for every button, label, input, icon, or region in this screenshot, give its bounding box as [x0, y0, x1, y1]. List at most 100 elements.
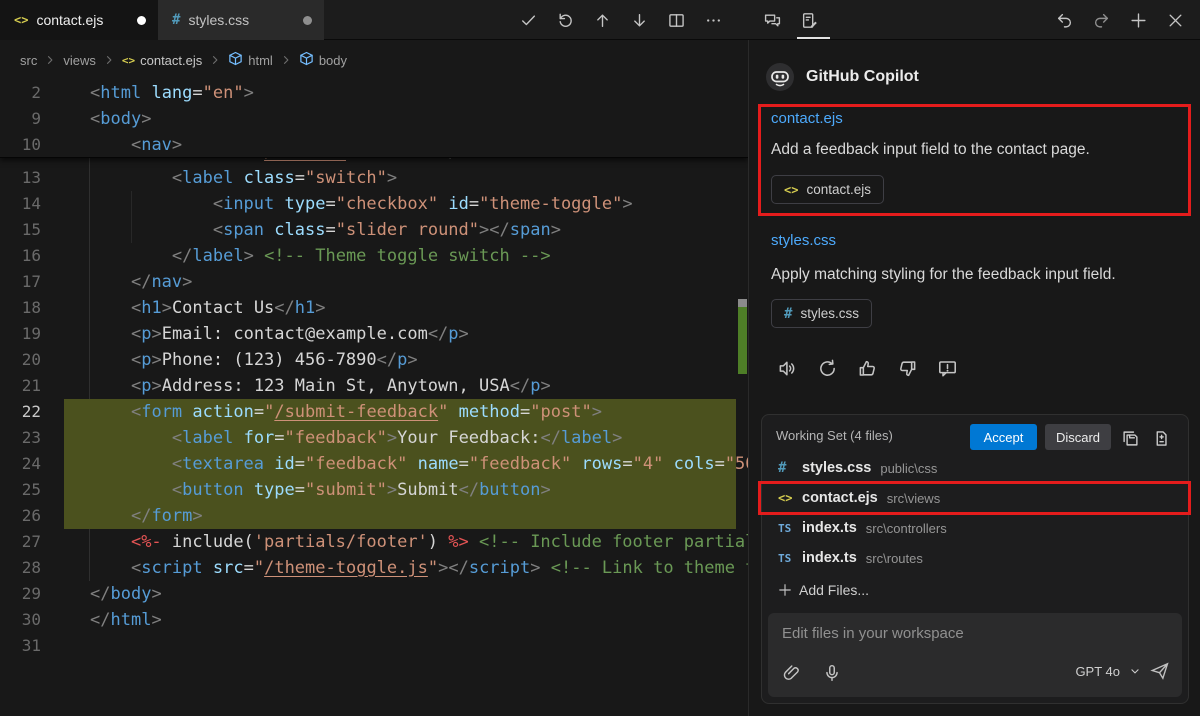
thumbs-down-icon[interactable] [895, 356, 919, 380]
chevron-down-icon[interactable] [1129, 665, 1141, 677]
copilot-edits-view-icon[interactable] [797, 8, 821, 32]
code-line[interactable]: 27 <%- include('partials/footer') %> <!-… [0, 529, 736, 555]
line-number: 29 [0, 581, 41, 607]
view-changes-icon[interactable] [1149, 426, 1173, 450]
microphone-icon[interactable] [820, 661, 844, 685]
code-line[interactable]: 23 <label for="feedback">Your Feedback:<… [0, 425, 736, 451]
breadcrumb-item-html[interactable]: html [228, 51, 273, 69]
attach-icon[interactable] [780, 661, 804, 685]
line-number: 13 [0, 165, 41, 191]
send-icon[interactable] [1150, 661, 1170, 681]
copilot-panel-title: GitHub Copilot [806, 68, 919, 86]
code-text: </body> [90, 581, 162, 607]
symbol-cube-icon [228, 51, 243, 69]
code-line[interactable]: 29 </body> [0, 581, 736, 607]
line-number: 20 [0, 347, 41, 373]
code-line[interactable]: 22 <form action="/submit-feedback" metho… [0, 399, 736, 425]
line-number: 2 [0, 80, 41, 106]
line-number: 30 [0, 607, 41, 633]
code-line[interactable]: 20 <p>Phone: (123) 456-7890</p> [0, 347, 736, 373]
line-number: 16 [0, 243, 41, 269]
add-files-button[interactable]: Add Files... [778, 577, 869, 603]
code-line[interactable]: 17 </nav> [0, 269, 736, 295]
breadcrumb-label: html [248, 53, 273, 68]
redo-icon[interactable] [1089, 8, 1113, 32]
modified-dot[interactable] [137, 16, 146, 25]
code-line[interactable]: 28 <script src="/theme-toggle.js"></scri… [0, 555, 736, 581]
report-issue-icon[interactable] [935, 356, 959, 380]
breadcrumb-item-body[interactable]: body [299, 51, 347, 69]
code-line[interactable]: 25 <button type="submit">Submit</button> [0, 477, 736, 503]
chevron-right-icon [44, 54, 56, 66]
sticky-line[interactable]: 9<body> [0, 106, 736, 132]
new-session-icon[interactable] [1126, 8, 1150, 32]
sticky-line[interactable]: 10 <nav> [0, 132, 736, 158]
split-editor-icon[interactable] [664, 8, 688, 32]
tab-label: styles.css [188, 12, 249, 28]
response-file-link-styles-css[interactable]: styles.css [771, 232, 836, 249]
previous-change-icon[interactable] [590, 8, 614, 32]
code-editor[interactable]: 12 <a href="/contact">Contact</a>13 <lab… [0, 80, 748, 716]
code-line[interactable]: 15 <span class="slider round"></span> [0, 217, 736, 243]
breadcrumb-item-src[interactable]: src [20, 53, 37, 68]
more-actions-icon[interactable] [701, 8, 725, 32]
code-line[interactable]: 14 <input type="checkbox" id="theme-togg… [0, 191, 736, 217]
read-aloud-icon[interactable] [775, 356, 799, 380]
symbol-cube-icon [299, 51, 314, 69]
chat-input-box[interactable]: Edit files in your workspace GPT 4o [768, 613, 1182, 697]
accept-button[interactable]: Accept [970, 424, 1037, 450]
working-set-file-path: src\views [887, 491, 940, 506]
code-text: <span class="slider round"></span> [90, 217, 561, 243]
code-line[interactable]: 16 </label> <!-- Theme toggle switch --> [0, 243, 736, 269]
file-chip-styles-css[interactable]: # styles.css [771, 299, 872, 328]
undo-icon[interactable] [1052, 8, 1076, 32]
code-line[interactable]: 18 <h1>Contact Us</h1> [0, 295, 736, 321]
discard-button[interactable]: Discard [1045, 424, 1111, 450]
line-number: 17 [0, 269, 41, 295]
thumbs-up-icon[interactable] [855, 356, 879, 380]
model-picker[interactable]: GPT 4o [1075, 664, 1120, 679]
code-line[interactable]: 24 <textarea id="feedback" name="feedbac… [0, 451, 736, 477]
working-set-file-name: index.ts [802, 550, 857, 566]
code-line[interactable]: 19 <p>Email: contact@example.com</p> [0, 321, 736, 347]
response-file-link-contact-ejs[interactable]: contact.ejs [771, 110, 843, 127]
working-set-card: Working Set (4 files) Accept Discard #st… [761, 414, 1189, 704]
code-line[interactable]: 21 <p>Address: 123 Main St, Anytown, USA… [0, 373, 736, 399]
file-chip-contact-ejs[interactable]: <> contact.ejs [771, 175, 884, 204]
overview-ruler-added-lines [738, 307, 747, 374]
scrollbar-slider[interactable] [738, 299, 747, 307]
working-set-row-index-ts[interactable]: TSindex.tssrc\routes [762, 543, 1188, 573]
code-line[interactable]: 26 </form> [0, 503, 736, 529]
working-set-row-styles-css[interactable]: #styles.csspublic\css [762, 453, 1188, 483]
next-change-icon[interactable] [627, 8, 651, 32]
breadcrumb-label: views [63, 53, 96, 68]
code-text: </label> <!-- Theme toggle switch --> [90, 243, 551, 269]
save-all-icon[interactable] [1118, 426, 1142, 450]
code-line[interactable]: 31 [0, 633, 736, 659]
tab-styles-css[interactable]: # styles.css [158, 0, 324, 40]
ts-file-icon: TS [778, 522, 802, 535]
close-panel-icon[interactable] [1163, 8, 1187, 32]
discard-change-icon[interactable] [553, 8, 577, 32]
working-set-row-index-ts[interactable]: TSindex.tssrc\controllers [762, 513, 1188, 543]
code-line[interactable]: 13 <label class="switch"> [0, 165, 736, 191]
copilot-avatar-icon [765, 62, 795, 92]
working-set-file-path: src\routes [866, 551, 923, 566]
code-text: <input type="checkbox" id="theme-toggle"… [90, 191, 633, 217]
code-text: </nav> [90, 269, 192, 295]
code-text: <button type="submit">Submit</button> [90, 477, 551, 503]
accept-change-icon[interactable] [516, 8, 540, 32]
tab-contact-ejs[interactable]: <> contact.ejs [0, 0, 158, 40]
regenerate-icon[interactable] [815, 356, 839, 380]
modified-dot[interactable] [303, 16, 312, 25]
code-line[interactable]: 30</html> [0, 607, 736, 633]
working-set-row-contact-ejs[interactable]: <>contact.ejssrc\views [762, 483, 1188, 513]
response-text: Apply matching styling for the feedback … [771, 266, 1116, 284]
line-number: 10 [0, 132, 41, 158]
chat-view-icon[interactable] [760, 8, 784, 32]
chat-input-placeholder: Edit files in your workspace [782, 625, 964, 642]
line-number: 9 [0, 106, 41, 132]
breadcrumb-item-contact-ejs[interactable]: <>contact.ejs [122, 53, 202, 68]
breadcrumb-item-views[interactable]: views [63, 53, 96, 68]
sticky-line[interactable]: 2<html lang="en"> [0, 80, 736, 106]
